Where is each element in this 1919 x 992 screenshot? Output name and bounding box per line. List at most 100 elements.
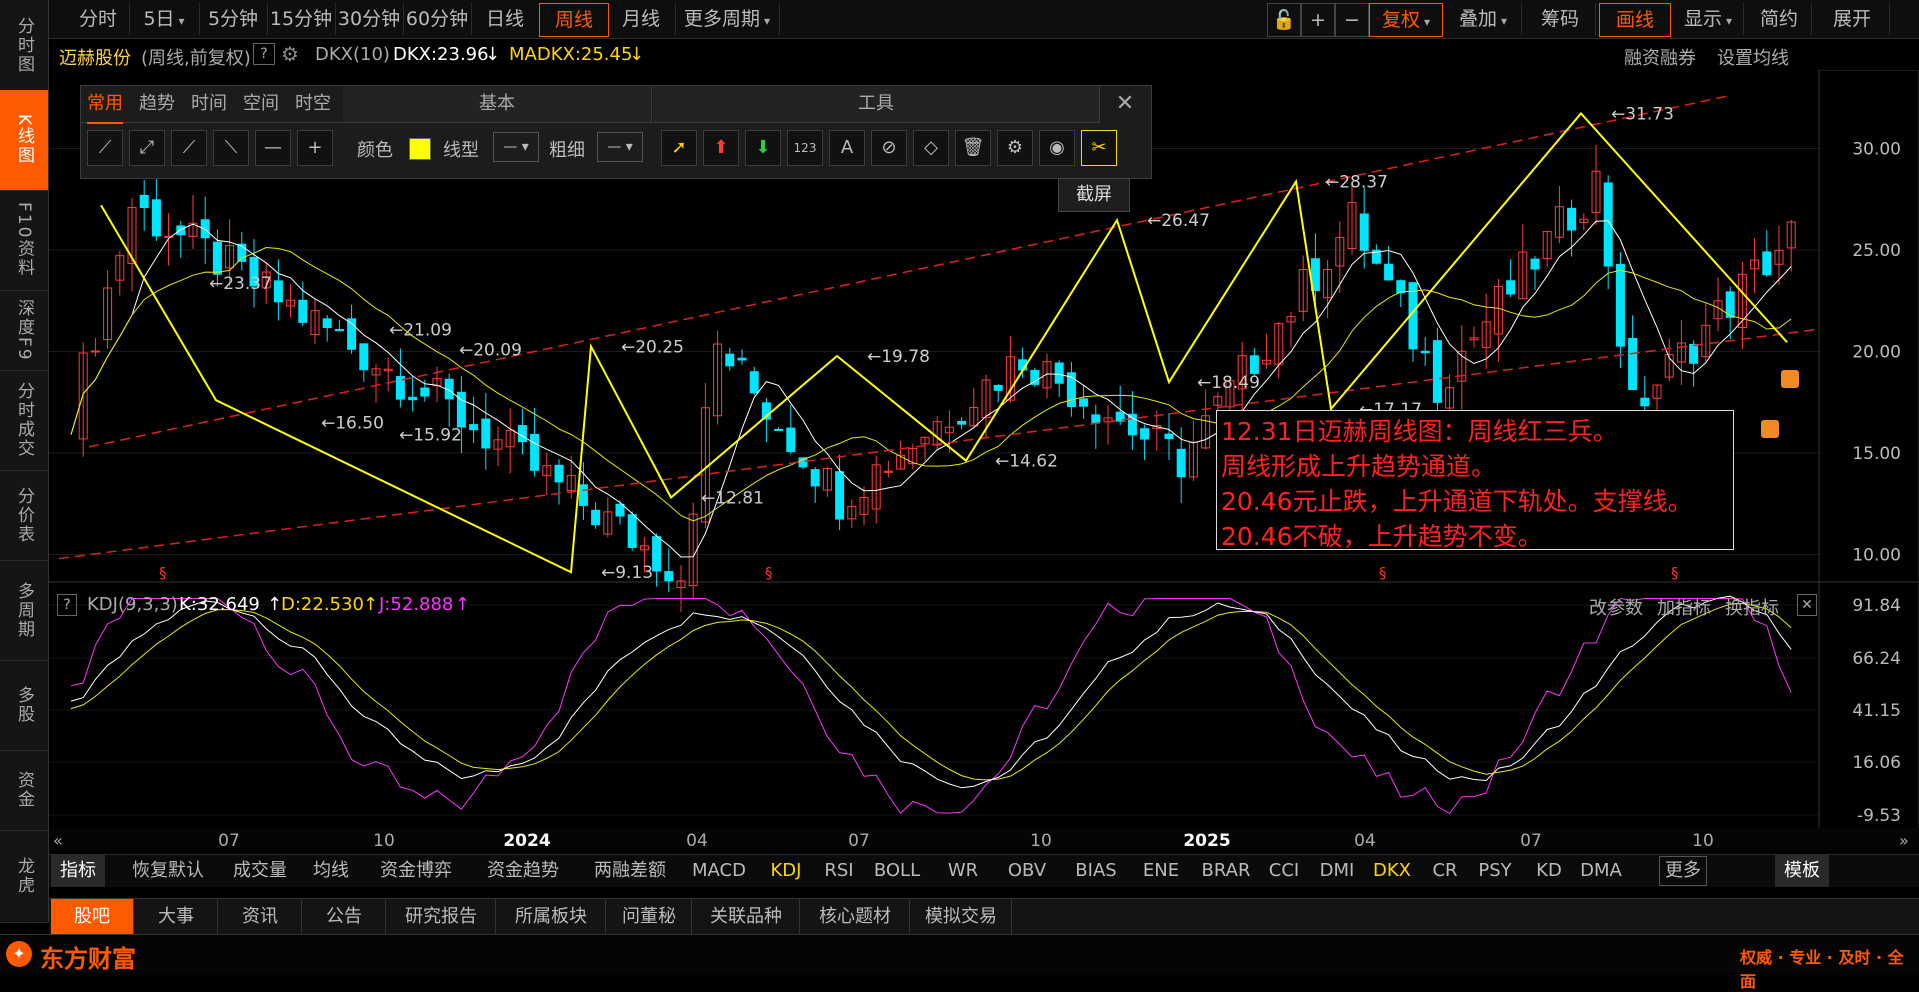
indicator-tab[interactable]: 更多 <box>1659 856 1707 886</box>
trash-icon[interactable]: 🗑 <box>955 130 991 166</box>
indicator-tab[interactable]: PSY <box>1473 855 1517 887</box>
period-tab[interactable]: 60分钟 <box>403 3 472 35</box>
indicator-tab[interactable]: 资金博弈 <box>369 855 463 887</box>
indicator-tab[interactable]: 均线 <box>303 855 359 887</box>
cross-icon[interactable]: + <box>297 130 333 166</box>
tab-spacetime[interactable]: 时空 <box>295 86 331 122</box>
help-icon[interactable]: ? <box>253 43 275 65</box>
period-tab[interactable]: 5分钟 <box>199 3 268 35</box>
indicator-tab[interactable]: 成交量 <box>225 855 295 887</box>
bottom-tab[interactable]: 问董秘 <box>607 899 692 935</box>
left-nav-item[interactable]: 分时成交 <box>0 370 48 471</box>
down-arrow-icon[interactable]: ⬇ <box>745 130 781 166</box>
close-icon[interactable]: ✕ <box>1797 594 1817 616</box>
color-swatch[interactable] <box>409 138 431 160</box>
bottom-tab[interactable]: 模拟交易 <box>911 899 1012 935</box>
bottom-tab[interactable]: 所属板块 <box>497 899 606 935</box>
toolbar-button[interactable]: 画线 <box>1599 3 1671 37</box>
segment-icon[interactable]: ⟋ <box>87 130 123 166</box>
close-icon[interactable]: ✕ <box>1101 86 1149 122</box>
indicator-tab[interactable]: RSI <box>817 855 861 887</box>
diagonal-icon[interactable]: ⟍ <box>213 130 249 166</box>
indicator-tab[interactable]: CCI <box>1263 855 1305 887</box>
left-nav-item[interactable]: 多周期 <box>0 560 48 661</box>
left-nav-item[interactable]: 深度F9 <box>0 290 48 371</box>
line-type-select[interactable]: — ▾ <box>493 132 539 162</box>
bottom-tab[interactable]: 大事 <box>135 899 218 935</box>
indicator-tab[interactable]: OBV <box>997 855 1057 887</box>
left-nav-item[interactable]: 分价表 <box>0 470 48 561</box>
bottom-tab[interactable]: 资讯 <box>219 899 302 935</box>
indicator-tab[interactable]: DMA <box>1575 855 1627 887</box>
line-icon[interactable]: ⟋ <box>171 130 207 166</box>
ray-icon[interactable]: ⤢ <box>129 130 165 166</box>
ruler-icon[interactable]: ⊘ <box>871 130 907 166</box>
margin-trading-link[interactable]: 融资融券 <box>1624 44 1696 70</box>
toolbar-button[interactable]: 展开 <box>1815 3 1890 35</box>
period-tab[interactable]: 15分钟 <box>267 3 336 35</box>
indicator-tab[interactable]: 资金趋势 <box>475 855 571 887</box>
bottom-tab[interactable]: 股吧 <box>51 899 134 935</box>
left-nav-item[interactable]: 资金 <box>0 750 48 831</box>
tab-common[interactable]: 常用 <box>87 86 123 124</box>
period-tab[interactable]: 周线 <box>539 3 609 37</box>
zoom-out-icon[interactable]: − <box>1335 3 1369 37</box>
help-icon[interactable]: ? <box>57 594 77 616</box>
indicator-tab[interactable]: MACD <box>687 855 751 887</box>
bottom-tab[interactable]: 核心题材 <box>801 899 910 935</box>
bottom-tab[interactable]: 研究报告 <box>387 899 496 935</box>
period-tab[interactable]: 分时 <box>67 3 130 35</box>
bottom-tab[interactable]: 公告 <box>303 899 386 935</box>
pointer-icon[interactable]: ➚ <box>661 130 697 166</box>
gear-icon[interactable]: ⚙ <box>281 42 299 66</box>
left-nav-item[interactable]: K线图 <box>0 90 48 191</box>
toolbar-button[interactable]: 简约 <box>1747 3 1812 35</box>
period-tab[interactable]: 月线 <box>607 3 676 35</box>
toolbar-button[interactable]: 筹码 <box>1525 3 1596 35</box>
period-tab[interactable]: 30分钟 <box>335 3 404 35</box>
line-width-select[interactable]: — ▾ <box>597 132 643 162</box>
indicator-tab[interactable]: 恢复默认 <box>123 855 213 887</box>
eye-icon[interactable]: ◉ <box>1039 130 1075 166</box>
stock-name[interactable]: 迈赫股份 <box>59 44 131 70</box>
indicator-tab[interactable]: WR <box>939 855 987 887</box>
indicator-tab[interactable]: KD <box>1529 855 1569 887</box>
indicator-tab[interactable]: BRAR <box>1197 855 1255 887</box>
period-tab[interactable]: 日线 <box>471 3 540 35</box>
indicator-tab[interactable]: BIAS <box>1069 855 1123 887</box>
zoom-in-icon[interactable]: + <box>1301 3 1335 37</box>
tab-trend[interactable]: 趋势 <box>139 86 175 122</box>
indicator-tab[interactable]: 模板 <box>1775 855 1829 887</box>
text-icon[interactable]: A <box>829 130 865 166</box>
indicator-tab[interactable]: CR <box>1425 855 1465 887</box>
tab-time[interactable]: 时间 <box>191 86 227 122</box>
indicator-tab[interactable]: DKX <box>1369 855 1415 887</box>
change-params-link[interactable]: 改参数 <box>1589 594 1643 620</box>
add-indicator-link[interactable]: 加指标 <box>1657 594 1711 620</box>
indicator-tab[interactable]: 两融差额 <box>585 855 675 887</box>
settings-icon[interactable]: ⚙ <box>997 130 1033 166</box>
left-nav-item[interactable]: F10资料 <box>0 190 48 291</box>
left-nav-item[interactable]: 分时图 <box>0 0 48 91</box>
screenshot-icon[interactable]: ✂ <box>1081 130 1117 166</box>
toolbar-button[interactable]: 显示 <box>1673 3 1744 35</box>
set-ma-link[interactable]: 设置均线 <box>1717 44 1789 70</box>
hline-icon[interactable]: — <box>255 130 291 166</box>
period-tab[interactable]: 更多周期 <box>675 3 780 35</box>
indicator-tab[interactable]: 指标 <box>51 855 105 887</box>
number-icon[interactable]: 123 <box>787 130 823 166</box>
eraser-icon[interactable]: ◇ <box>913 130 949 166</box>
lock-icon[interactable]: 🔓 <box>1267 3 1301 37</box>
up-arrow-icon[interactable]: ⬆ <box>703 130 739 166</box>
switch-indicator-link[interactable]: 换指标 <box>1725 594 1779 620</box>
bottom-tab[interactable]: 关联品种 <box>693 899 800 935</box>
left-nav-item[interactable]: 龙虎 <box>0 830 48 923</box>
toolbar-button[interactable]: 叠加 <box>1445 3 1522 35</box>
tab-space[interactable]: 空间 <box>243 86 279 122</box>
indicator-tab[interactable]: KDJ <box>763 855 809 887</box>
period-tab[interactable]: 5日 <box>129 3 200 35</box>
left-nav-item[interactable]: 多股 <box>0 660 48 751</box>
indicator-tab[interactable]: ENE <box>1131 855 1191 887</box>
indicator-tab[interactable]: BOLL <box>869 855 925 887</box>
indicator-tab[interactable]: DMI <box>1313 855 1361 887</box>
